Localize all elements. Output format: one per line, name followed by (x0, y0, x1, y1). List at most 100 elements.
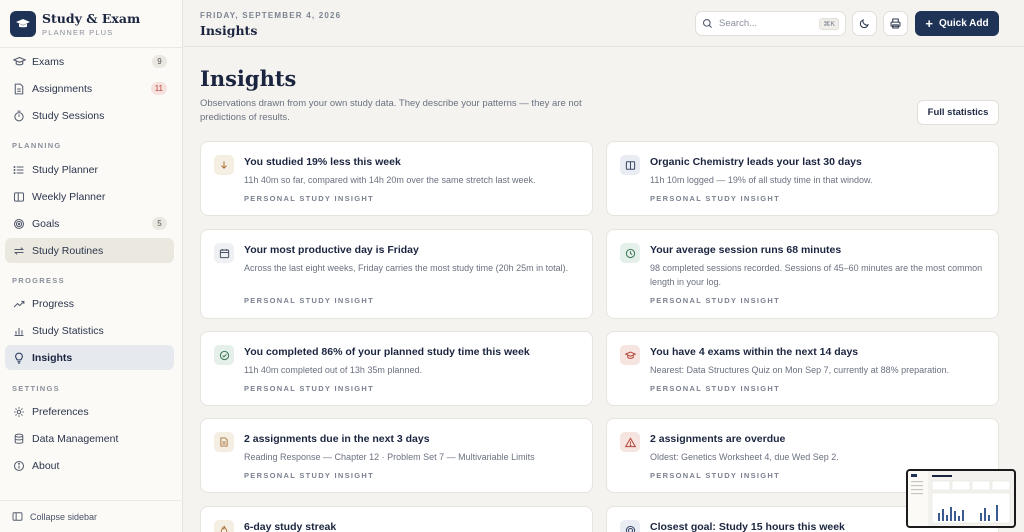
screenshot-thumbnail[interactable] (906, 469, 1016, 528)
insight-card[interactable]: 2 assignments due in the next 3 days Rea… (200, 418, 593, 493)
insight-body: Oldest: Genetics Worksheet 4, due Wed Se… (650, 452, 839, 462)
insight-title: You studied 19% less this week (244, 156, 401, 168)
quick-add-button[interactable]: + Quick Add (915, 11, 999, 36)
sidebar-item-label: Insights (32, 351, 73, 364)
search-box[interactable]: ⌘K (695, 11, 846, 36)
search-icon (702, 18, 713, 29)
top-bar: FRIDAY, SEPTEMBER 4, 2026 Insights ⌘K + … (184, 0, 1024, 47)
info-icon (12, 459, 26, 473)
columns-icon (12, 190, 26, 204)
page-header-title: Insights (200, 23, 258, 38)
print-button[interactable] (883, 11, 908, 36)
sidebar-item-study-routines[interactable]: Study Routines (5, 238, 174, 263)
check-circle-icon (214, 345, 234, 365)
warning-icon (620, 432, 640, 452)
insight-card[interactable]: Your average session runs 68 minutes 98 … (606, 229, 999, 319)
target-icon (620, 520, 640, 532)
collapse-sidebar-button[interactable]: Collapse sidebar (0, 500, 183, 532)
sidebar-item-assignments[interactable]: Assignments 11 (5, 76, 174, 101)
timer-icon (12, 109, 26, 123)
clock-icon (620, 243, 640, 263)
insight-title: 2 assignments are overdue (650, 433, 786, 445)
sidebar-item-weekly-planner[interactable]: Weekly Planner (5, 184, 174, 209)
document-icon (12, 82, 26, 96)
current-date: FRIDAY, SEPTEMBER 4, 2026 (200, 11, 342, 20)
sidebar-item-label: Preferences (32, 405, 89, 418)
sidebar-item-progress[interactable]: Progress (5, 291, 174, 316)
sidebar-item-label: Study Routines (32, 244, 104, 257)
insight-title: 6-day study streak (244, 521, 337, 532)
insight-card[interactable]: You studied 19% less this week 11h 40m s… (200, 141, 593, 216)
insight-title: 2 assignments due in the next 3 days (244, 433, 430, 445)
sidebar-item-insights[interactable]: Insights (5, 345, 174, 370)
search-shortcut: ⌘K (819, 17, 839, 30)
insight-body: Across the last eight weeks, Friday carr… (244, 263, 569, 273)
sidebar-item-study-statistics[interactable]: Study Statistics (5, 318, 174, 343)
arrow-down-icon (214, 155, 234, 175)
sidebar-item-label: Study Sessions (32, 109, 105, 122)
sidebar-item-exams[interactable]: Exams 9 (5, 49, 174, 74)
insight-body: 11h 40m completed out of 13h 35m planned… (244, 365, 422, 375)
app-title: Study & Exam (42, 10, 141, 26)
graduation-cap-icon (10, 10, 36, 37)
insight-title: You completed 86% of your planned study … (244, 346, 530, 358)
section-label-settings: SETTINGS (12, 384, 60, 393)
sidebar-item-label: Weekly Planner (32, 190, 106, 203)
insight-body: Nearest: Data Structures Quiz on Mon Sep… (650, 365, 950, 375)
sidebar-item-label: Goals (32, 217, 60, 230)
printer-icon (890, 18, 901, 29)
insight-title: Organic Chemistry leads your last 30 day… (650, 156, 862, 168)
full-statistics-button[interactable]: Full statistics (917, 100, 999, 125)
sidebar-item-label: Progress (32, 297, 75, 310)
sidebar: Study & Exam PLANNER PLUS Exams 9 Assign… (0, 0, 183, 532)
sidebar-item-label: Exams (32, 55, 65, 68)
list-icon (12, 163, 26, 177)
sidebar-item-goals[interactable]: Goals 5 (5, 211, 174, 236)
sidebar-item-about[interactable]: About (5, 453, 174, 478)
search-input[interactable] (719, 18, 809, 29)
sidebar-item-study-sessions[interactable]: Study Sessions (5, 103, 174, 128)
insight-card[interactable]: Your most productive day is Friday Acros… (200, 229, 593, 319)
count-badge: 9 (152, 55, 167, 68)
insight-card[interactable]: You completed 86% of your planned study … (200, 331, 593, 406)
insight-tag: PERSONAL STUDY INSIGHT (650, 384, 781, 393)
insight-card[interactable]: Organic Chemistry leads your last 30 day… (606, 141, 999, 216)
page-title: Insights (200, 66, 297, 91)
lightbulb-icon (12, 351, 26, 365)
book-icon (620, 155, 640, 175)
insight-tag: PERSONAL STUDY INSIGHT (244, 384, 375, 393)
calendar-icon (214, 243, 234, 263)
app-subtitle: PLANNER PLUS (42, 27, 114, 37)
brand[interactable]: Study & Exam PLANNER PLUS (0, 0, 182, 48)
gear-icon (12, 405, 26, 419)
sidebar-item-data-management[interactable]: Data Management (5, 426, 174, 451)
sidebar-item-label: Study Statistics (32, 324, 104, 337)
insight-tag: PERSONAL STUDY INSIGHT (244, 194, 375, 203)
target-icon (12, 217, 26, 231)
insight-card[interactable]: You have 4 exams within the next 14 days… (606, 331, 999, 406)
flame-icon (214, 520, 234, 532)
insight-title: Your most productive day is Friday (244, 244, 419, 256)
trend-icon (12, 297, 26, 311)
count-badge: 5 (152, 217, 167, 230)
insight-title: Closest goal: Study 15 hours this week (650, 521, 845, 532)
theme-toggle-button[interactable] (852, 11, 877, 36)
repeat-icon (12, 244, 26, 258)
insight-body: 11h 10m logged — 19% of all study time i… (650, 175, 873, 185)
count-badge: 11 (150, 82, 167, 95)
page-description: Observations drawn from your own study d… (200, 98, 582, 123)
sidebar-toggle-icon (12, 511, 23, 522)
section-label-progress: PROGRESS (12, 276, 65, 285)
sidebar-item-study-planner[interactable]: Study Planner (5, 157, 174, 182)
insight-body: 98 completed sessions recorded. Sessions… (650, 263, 983, 287)
sidebar-item-label: Assignments (32, 82, 93, 95)
insight-card[interactable]: 6-day study streak (200, 506, 593, 532)
sidebar-item-label: About (32, 459, 60, 472)
sidebar-item-label: Study Planner (32, 163, 98, 176)
insight-tag: PERSONAL STUDY INSIGHT (650, 471, 781, 480)
collapse-sidebar-label: Collapse sidebar (30, 511, 98, 522)
insight-body: 11h 40m so far, compared with 14h 20m ov… (244, 175, 536, 185)
insight-title: You have 4 exams within the next 14 days (650, 346, 859, 358)
sidebar-item-preferences[interactable]: Preferences (5, 399, 174, 424)
moon-icon (859, 18, 870, 29)
